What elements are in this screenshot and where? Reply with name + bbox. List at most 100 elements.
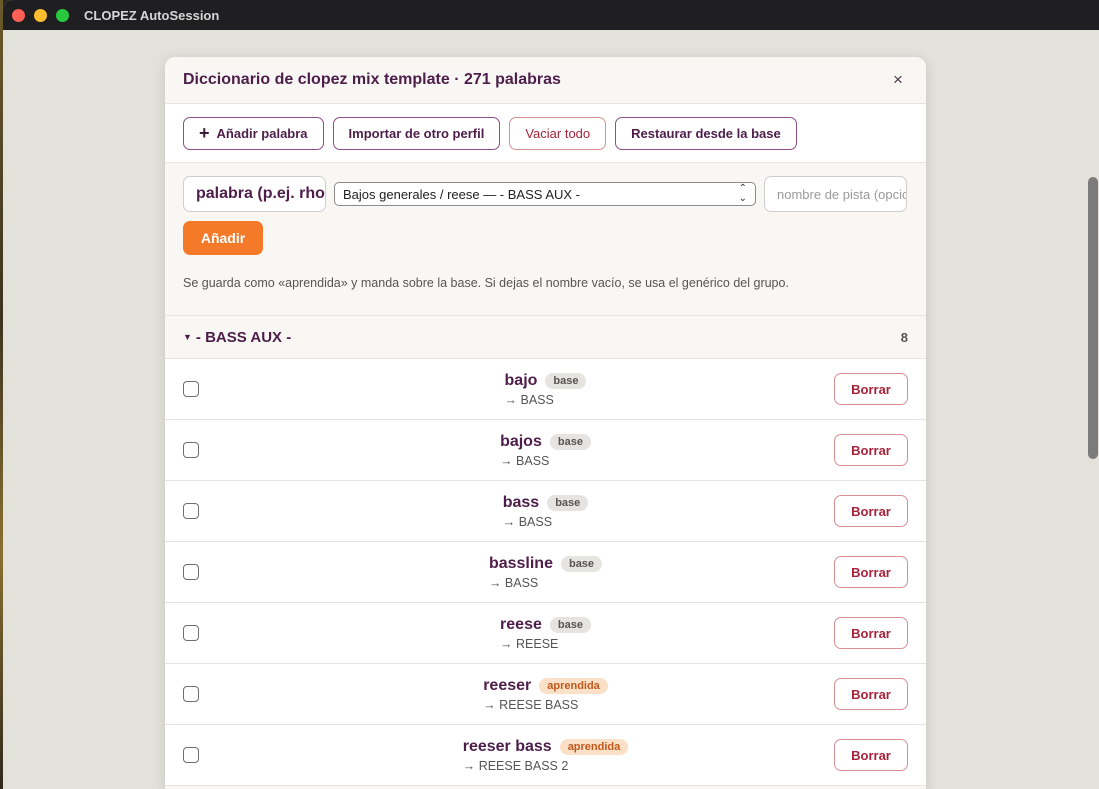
- row-content: bajos base → BASS: [165, 420, 926, 480]
- word-list: bajo base → BASS Borrar bajos base → BAS…: [165, 359, 926, 786]
- source-badge: base: [549, 616, 591, 633]
- add-word-label: Añadir palabra: [216, 125, 308, 141]
- restore-base-button[interactable]: Restaurar desde la base: [615, 116, 797, 150]
- source-badge: base: [547, 494, 589, 511]
- row-content: reeser aprendida → REESE BASS: [165, 664, 926, 724]
- dialog-toolbar: + Añadir palabra Importar de otro perfil…: [165, 104, 926, 163]
- row-inner: reeser bass aprendida → REESE BASS 2: [463, 738, 629, 773]
- plus-icon: +: [199, 123, 210, 143]
- form-row: palabra (p.ej. rhodes) Bajos generales /…: [183, 176, 908, 212]
- delete-button[interactable]: Borrar: [834, 556, 908, 588]
- row-checkbox[interactable]: [183, 686, 199, 702]
- row-content: bass base → BASS: [165, 481, 926, 541]
- list-item: reeser aprendida → REESE BASS Borrar: [165, 664, 926, 725]
- row-inner: bass base → BASS: [503, 494, 589, 529]
- clear-all-label: Vaciar todo: [525, 125, 591, 141]
- word-text: bass: [502, 493, 540, 511]
- target-track: → BASS: [502, 514, 553, 529]
- delete-button[interactable]: Borrar: [834, 617, 908, 649]
- word-text: reeser bass: [462, 737, 552, 755]
- list-item: reeser bass aprendida → REESE BASS 2 Bor…: [165, 725, 926, 786]
- group-count: 8: [900, 329, 908, 345]
- app-title: CLOPEZ AutoSession: [84, 7, 220, 23]
- add-word-form: palabra (p.ej. rhodes) Bajos generales /…: [165, 163, 926, 316]
- minimize-window-button[interactable]: [34, 8, 47, 22]
- delete-button[interactable]: Borrar: [834, 739, 908, 771]
- delete-button[interactable]: Borrar: [834, 678, 908, 710]
- group-select[interactable]: Bajos generales / reese — - BASS AUX - ⌃…: [334, 182, 756, 206]
- list-item: reese base → REESE Borrar: [165, 603, 926, 664]
- group-title: - BASS AUX -: [195, 328, 292, 346]
- word-line: bassline base: [488, 554, 603, 573]
- dialog-header: Diccionario de clopez mix template · 271…: [165, 57, 926, 104]
- row-content: bassline base → BASS: [165, 542, 926, 602]
- list-item: bajo base → BASS Borrar: [165, 359, 926, 420]
- row-content: bajo base → BASS: [165, 359, 926, 419]
- source-badge: base: [549, 433, 591, 450]
- add-word-button[interactable]: + Añadir palabra: [183, 116, 324, 150]
- row-content: reeser bass aprendida → REESE BASS 2: [165, 725, 926, 785]
- target-track: → REESE: [500, 636, 559, 651]
- source-badge: aprendida: [559, 738, 629, 755]
- row-inner: reese base → REESE: [500, 616, 591, 651]
- delete-button[interactable]: Borrar: [834, 434, 908, 466]
- word-line: bajo base: [505, 372, 587, 390]
- window-scrollbar[interactable]: [1085, 30, 1099, 789]
- row-checkbox[interactable]: [183, 625, 199, 641]
- title-bar: CLOPEZ AutoSession: [3, 0, 1099, 30]
- word-line: bass base: [503, 494, 589, 512]
- word-text: reese: [500, 615, 542, 633]
- target-track: → REESE BASS 2: [462, 758, 569, 773]
- add-button[interactable]: Añadir: [183, 221, 263, 255]
- list-item: bass base → BASS Borrar: [165, 481, 926, 542]
- source-badge: aprendida: [539, 677, 608, 694]
- chevron-up-down-icon: ⌃ ⌄: [738, 183, 747, 204]
- scrollbar-thumb[interactable]: [1088, 177, 1098, 459]
- list-item: bajos base → BASS Borrar: [165, 420, 926, 481]
- row-checkbox[interactable]: [183, 503, 199, 519]
- zoom-window-button[interactable]: [56, 8, 69, 22]
- word-text: bajos: [500, 432, 542, 450]
- row-checkbox[interactable]: [183, 747, 199, 763]
- word-line: bajos base: [500, 433, 591, 451]
- track-name-input[interactable]: nombre de pista (opcional): [764, 176, 907, 212]
- word-input[interactable]: palabra (p.ej. rhodes): [183, 176, 326, 212]
- group-select-value: Bajos generales / reese — - BASS AUX -: [343, 186, 580, 202]
- row-inner: bassline base → BASS: [488, 554, 603, 590]
- restore-base-label: Restaurar desde la base: [631, 125, 781, 141]
- caret-down-icon: ▼: [183, 332, 192, 342]
- delete-button[interactable]: Borrar: [834, 495, 908, 527]
- group-header[interactable]: ▼ - BASS AUX - 8: [165, 316, 926, 359]
- word-line: reese base: [500, 616, 591, 634]
- app-window: CLOPEZ AutoSession Diccionario de clopez…: [3, 0, 1099, 789]
- clear-all-button[interactable]: Vaciar todo: [509, 116, 607, 150]
- word-line: reeser aprendida: [483, 677, 608, 695]
- source-badge: base: [545, 372, 587, 389]
- list-item: bassline base → BASS Borrar: [165, 542, 926, 603]
- dialog-title: Diccionario de clopez mix template · 271…: [183, 71, 561, 88]
- row-checkbox[interactable]: [183, 564, 199, 580]
- row-checkbox[interactable]: [183, 381, 199, 397]
- word-text: bassline: [488, 554, 553, 572]
- word-line: reeser bass aprendida: [463, 738, 629, 756]
- delete-button[interactable]: Borrar: [834, 373, 908, 405]
- target-track: → BASS: [488, 575, 539, 590]
- group-title-wrap: ▼ - BASS AUX -: [183, 329, 291, 346]
- import-profile-button[interactable]: Importar de otro perfil: [332, 116, 501, 150]
- target-track: → BASS: [500, 453, 550, 468]
- import-profile-label: Importar de otro perfil: [348, 125, 485, 141]
- source-badge: base: [560, 555, 603, 572]
- row-inner: bajo base → BASS: [505, 372, 587, 407]
- target-track: → REESE BASS: [483, 697, 579, 712]
- close-window-button[interactable]: [12, 8, 25, 22]
- word-text: bajo: [504, 371, 538, 389]
- row-inner: bajos base → BASS: [500, 433, 591, 468]
- row-inner: reeser aprendida → REESE BASS: [483, 677, 608, 712]
- close-dialog-button[interactable]: ×: [890, 70, 906, 90]
- dictionary-dialog: Diccionario de clopez mix template · 271…: [165, 57, 926, 789]
- word-text: reeser: [483, 676, 532, 694]
- target-track: → BASS: [504, 392, 554, 407]
- row-content: reese base → REESE: [165, 603, 926, 663]
- form-hint: Se guarda como «aprendida» y manda sobre…: [183, 276, 789, 290]
- row-checkbox[interactable]: [183, 442, 199, 458]
